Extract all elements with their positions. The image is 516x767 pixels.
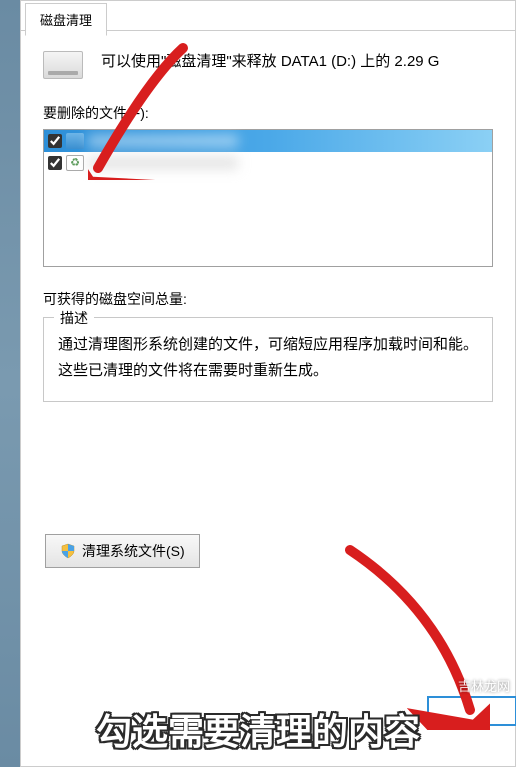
description-group: 描述 通过清理图形系统创建的文件，可缩短应用程序加载时间和能。这些已清理的文件将… — [43, 317, 493, 402]
recycle-bin-icon — [66, 155, 84, 171]
file-checkbox[interactable] — [48, 156, 62, 170]
file-list[interactable] — [43, 129, 493, 267]
shield-icon — [60, 543, 76, 559]
file-row[interactable] — [44, 152, 492, 174]
space-label: 可获得的磁盘空间总量: — [43, 289, 493, 309]
watermark-text: 吉林龙网 — [458, 676, 510, 695]
description-legend: 描述 — [54, 308, 94, 328]
dialog-window: 磁盘清理 可以使用"磁盘清理"来释放 DATA1 (D:) 上的 2.29 G … — [20, 0, 516, 767]
tab-disk-cleanup[interactable]: 磁盘清理 — [25, 3, 107, 36]
caption-overlay: 勾选需要清理的内容 — [0, 703, 516, 755]
clean-system-files-button[interactable]: 清理系统文件(S) — [45, 534, 200, 568]
file-row[interactable] — [44, 130, 492, 152]
intro-text: 可以使用"磁盘清理"来释放 DATA1 (D:) 上的 2.29 G — [101, 49, 439, 74]
files-label: 要删除的文件(F): — [43, 103, 493, 123]
sys-btn-label: 清理系统文件(S) — [82, 541, 185, 561]
sys-btn-row: 清理系统文件(S) — [43, 532, 493, 570]
tab-bar: 磁盘清理 — [21, 1, 515, 31]
file-checkbox[interactable] — [48, 134, 62, 148]
file-name — [88, 135, 238, 147]
file-name — [88, 157, 238, 169]
description-text: 通过清理图形系统创建的文件，可缩短应用程序加载时间和能。这些已清理的文件将在需要… — [58, 332, 478, 383]
dialog-content: 可以使用"磁盘清理"来释放 DATA1 (D:) 上的 2.29 G 要删除的文… — [21, 31, 515, 588]
drive-icon — [43, 51, 83, 79]
tab-label: 磁盘清理 — [40, 13, 92, 28]
intro-row: 可以使用"磁盘清理"来释放 DATA1 (D:) 上的 2.29 G — [43, 49, 493, 79]
folder-icon — [66, 133, 84, 149]
